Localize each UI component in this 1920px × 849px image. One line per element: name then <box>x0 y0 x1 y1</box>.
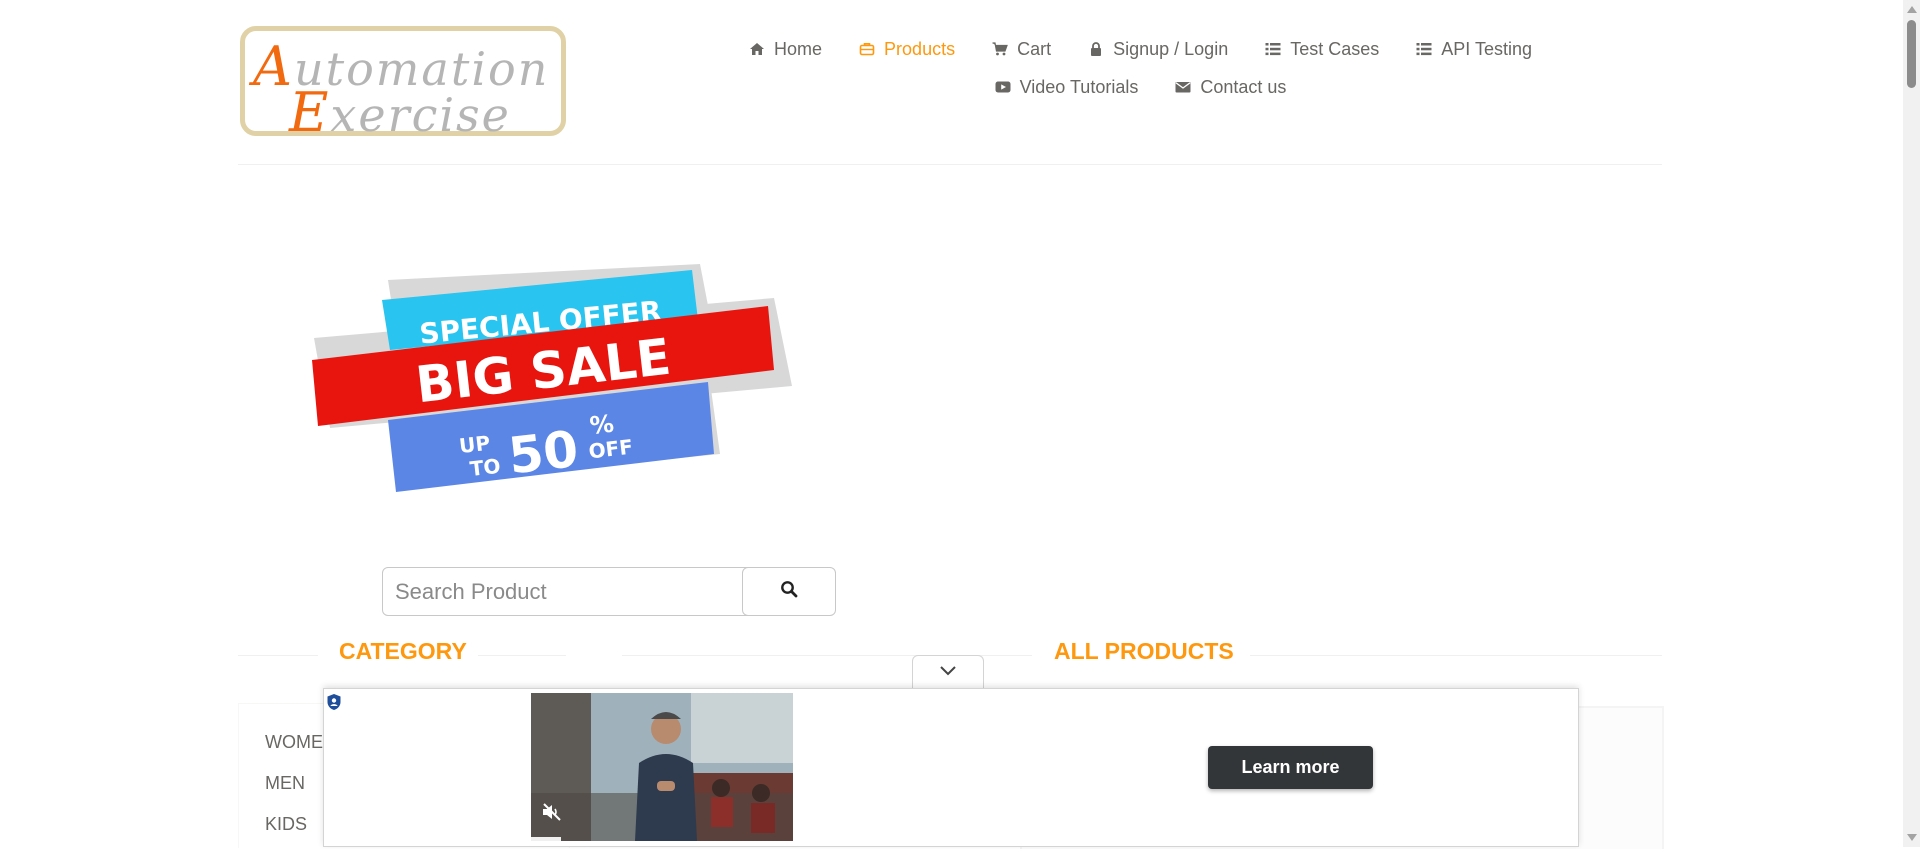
home-icon <box>748 40 766 58</box>
banner-fifty-text: 50 <box>505 420 581 486</box>
site-logo[interactable]: Automation Exercise <box>240 26 566 144</box>
lock-icon <box>1087 40 1105 58</box>
list-icon <box>1264 40 1282 58</box>
muted-speaker-icon[interactable] <box>541 802 563 827</box>
nav-test-cases-label: Test Cases <box>1290 38 1380 59</box>
scrollbar-thumb[interactable] <box>1907 20 1916 88</box>
category-kids[interactable]: KIDS <box>265 814 307 835</box>
banner-percent-sign: % <box>588 410 615 441</box>
nav-row-1: Home Products Cart Signup / Login Test C… <box>740 36 1540 62</box>
category-title-line-left <box>238 655 318 656</box>
list-icon <box>1415 40 1433 58</box>
nav-test-cases[interactable]: Test Cases <box>1246 36 1397 62</box>
all-products-title: ALL PRODUCTS <box>1054 638 1234 664</box>
nav-api-testing[interactable]: API Testing <box>1397 36 1550 62</box>
search-icon <box>780 580 798 603</box>
banner-off-text: OFF <box>587 435 634 464</box>
nav-row-2: Video Tutorials Contact us <box>740 74 1540 100</box>
banner-up-text: UP <box>458 431 491 458</box>
banner-to-text: TO <box>469 454 502 481</box>
ad-video-frame <box>531 693 793 841</box>
products-title-line-right <box>1250 655 1662 656</box>
nav-video-tutorials-label: Video Tutorials <box>1019 76 1139 97</box>
nav-home[interactable]: Home <box>730 36 840 62</box>
logo-line-2: Exercise <box>289 81 511 144</box>
envelope-icon <box>1174 78 1192 96</box>
nav-signup-login[interactable]: Signup / Login <box>1069 36 1246 62</box>
page-scrollbar[interactable] <box>1903 0 1920 847</box>
product-search <box>382 567 836 616</box>
shield-icon[interactable] <box>326 693 342 716</box>
sale-banner: SPECIAL OFFER BIG SALE UP TO 50 % OFF <box>312 264 792 492</box>
nav-api-testing-label: API Testing <box>1441 38 1532 59</box>
scroll-down-arrow-icon[interactable] <box>1907 834 1917 841</box>
nav-cart[interactable]: Cart <box>973 36 1069 62</box>
cart-icon <box>991 40 1009 58</box>
nav-home-label: Home <box>774 38 823 59</box>
ad-video-progress <box>531 837 561 841</box>
nav-contact-us-label: Contact us <box>1200 76 1287 97</box>
nav-products[interactable]: Products <box>840 36 973 62</box>
scroll-up-arrow-icon[interactable] <box>1907 6 1917 13</box>
nav-signup-login-label: Signup / Login <box>1113 38 1229 59</box>
category-title: CATEGORY <box>339 638 467 664</box>
nav-contact-us[interactable]: Contact us <box>1156 74 1304 100</box>
header-divider <box>238 164 1662 165</box>
category-title-line-right <box>478 655 566 656</box>
search-input[interactable] <box>382 567 748 616</box>
search-button[interactable] <box>742 567 836 616</box>
learn-more-button[interactable]: Learn more <box>1208 746 1373 789</box>
youtube-icon <box>994 78 1012 96</box>
briefcase-icon <box>858 40 876 58</box>
category-men[interactable]: MEN <box>265 773 305 794</box>
chevron-down-icon <box>939 664 957 682</box>
nav-cart-label: Cart <box>1017 38 1052 59</box>
main-nav: Home Products Cart Signup / Login Test C… <box>740 36 1540 100</box>
nav-video-tutorials[interactable]: Video Tutorials <box>976 74 1157 100</box>
ad-banner: Learn more <box>323 688 1579 847</box>
ad-video[interactable] <box>531 693 793 841</box>
nav-products-label: Products <box>884 38 956 59</box>
ad-collapse-button[interactable] <box>912 655 984 689</box>
